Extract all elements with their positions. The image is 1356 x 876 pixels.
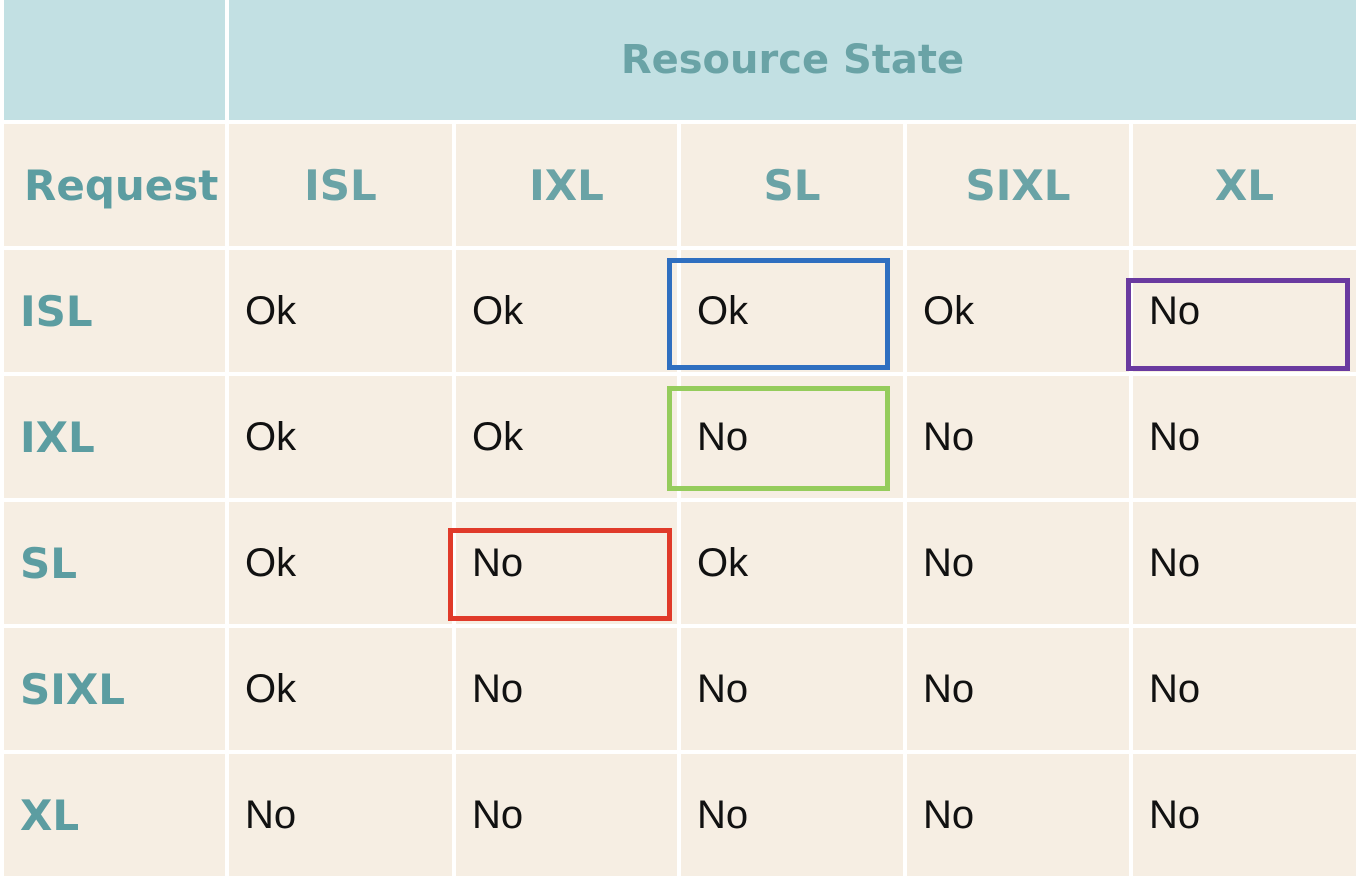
table-cell: No: [1133, 502, 1356, 624]
table-title: Resource State: [229, 0, 1356, 120]
table-cell: No: [907, 754, 1129, 876]
row-header-ixl: IXL: [4, 376, 225, 498]
table-cell: No: [681, 754, 903, 876]
column-header-sl: SL: [681, 124, 903, 246]
column-header-sixl: SIXL: [907, 124, 1129, 246]
header-corner: [4, 0, 225, 120]
highlight-purple-isl-xl: [1126, 278, 1350, 371]
column-header-ixl: IXL: [456, 124, 677, 246]
table-cell: No: [1133, 754, 1356, 876]
row-header-xl: XL: [4, 754, 225, 876]
highlight-red-sl-ixl: [448, 528, 672, 621]
highlight-green-ixl-sl: [667, 386, 890, 491]
column-header-isl: ISL: [229, 124, 452, 246]
table-cell: No: [681, 628, 903, 750]
table-cell: Ok: [456, 376, 677, 498]
table-cell: No: [1133, 628, 1356, 750]
table-cell: No: [907, 502, 1129, 624]
table-cell: No: [907, 376, 1129, 498]
corner-label: Request: [4, 124, 225, 246]
table-cell: No: [229, 754, 452, 876]
table-cell: No: [456, 754, 677, 876]
highlight-blue-isl-sl: [667, 258, 890, 370]
column-header-xl: XL: [1133, 124, 1356, 246]
table-cell: No: [456, 628, 677, 750]
table-cell: No: [1133, 376, 1356, 498]
table-cell: Ok: [681, 502, 903, 624]
row-header-isl: ISL: [4, 250, 225, 372]
table-cell: Ok: [456, 250, 677, 372]
table-cell: No: [907, 628, 1129, 750]
row-header-sixl: SIXL: [4, 628, 225, 750]
row-header-sl: SL: [4, 502, 225, 624]
table-cell: Ok: [229, 376, 452, 498]
table-cell: Ok: [229, 502, 452, 624]
table-cell: Ok: [229, 250, 452, 372]
table-cell: Ok: [907, 250, 1129, 372]
table-cell: Ok: [229, 628, 452, 750]
